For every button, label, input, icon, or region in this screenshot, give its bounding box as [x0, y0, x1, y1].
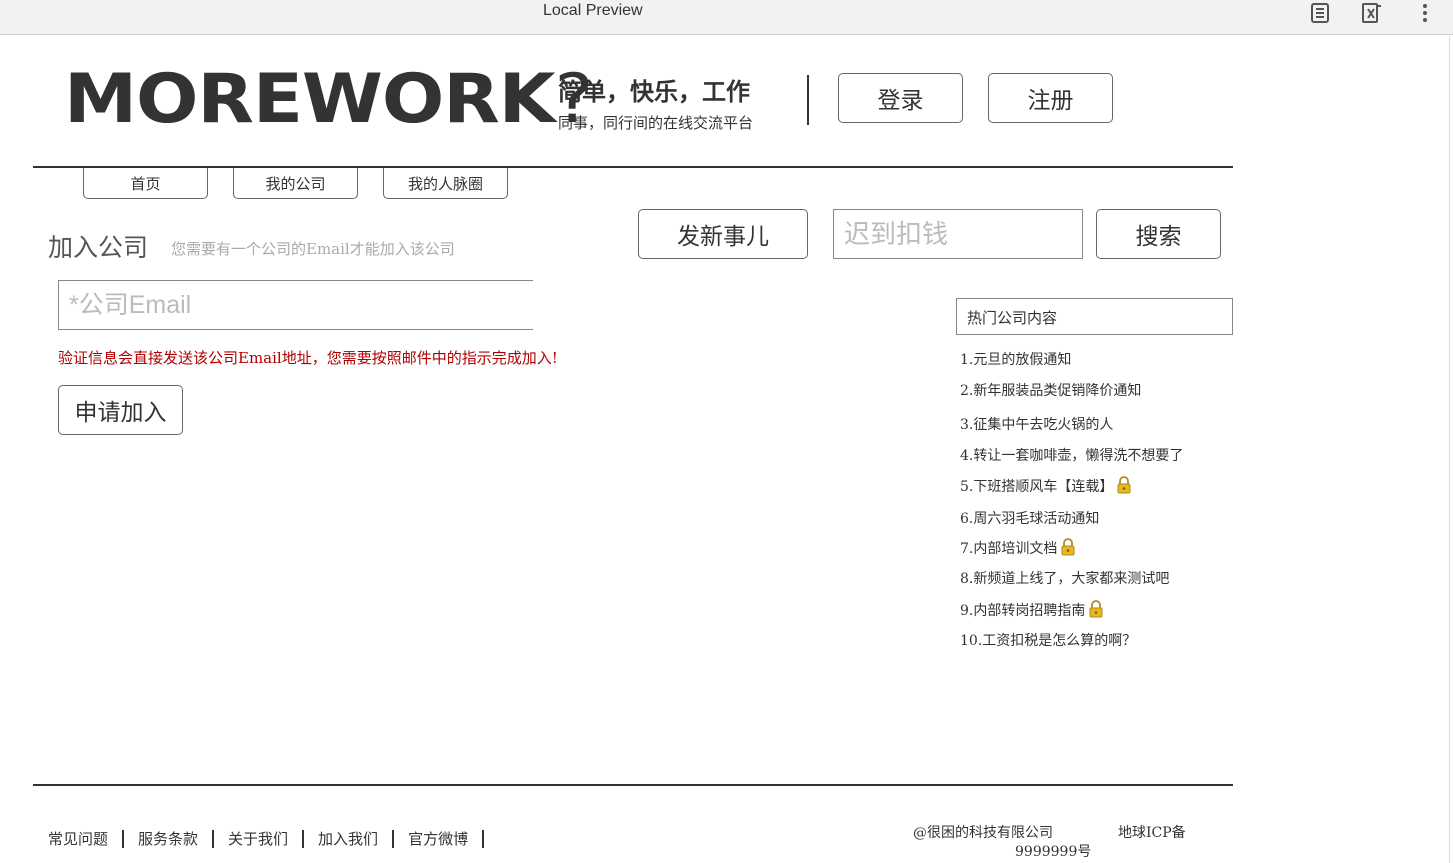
- list-item[interactable]: 4.转让一套咖啡壶，懒得洗不想要了: [960, 445, 1183, 465]
- copyright-text: @很困的科技有限公司: [913, 825, 1053, 841]
- extension-icon[interactable]: [1360, 2, 1382, 24]
- page-hint: 您需要有一个公司的Email才能加入该公司: [171, 240, 455, 258]
- reader-icon[interactable]: [1309, 2, 1331, 24]
- register-button[interactable]: 注册: [988, 73, 1113, 123]
- list-item-text: 7.内部培训文档: [960, 541, 1058, 557]
- header-divider: [807, 75, 809, 125]
- list-item-text: 4.转让一套咖啡壶，懒得洗不想要了: [960, 448, 1184, 464]
- login-button[interactable]: 登录: [838, 73, 963, 123]
- tab-my-network[interactable]: 我的人脉圈: [383, 168, 508, 199]
- page-edge: [1449, 34, 1450, 863]
- post-button[interactable]: 发新事儿: [638, 209, 808, 259]
- logo-text: MOREWORK: [64, 60, 556, 139]
- lock-icon: [1088, 600, 1104, 622]
- company-email-field[interactable]: [58, 280, 533, 330]
- site-logo[interactable]: MOREWORK?: [64, 66, 593, 134]
- list-item[interactable]: 10.工资扣税是怎么算的啊？: [960, 630, 1136, 650]
- list-item-text: 2.新年服装品类促销降价通知: [960, 383, 1142, 399]
- list-item[interactable]: 1.元旦的放假通知: [960, 349, 1071, 369]
- footer-link-faq[interactable]: 常见问题: [48, 830, 125, 848]
- list-item-text: 9.内部转岗招聘指南: [960, 603, 1086, 619]
- apply-join-button[interactable]: 申请加入: [58, 385, 183, 435]
- verification-notice: 验证信息会直接发送该公司Email地址，您需要按照邮件中的指示完成加入!: [58, 349, 558, 367]
- list-item[interactable]: 5.下班搭顺风车【连载】: [960, 476, 1132, 498]
- icp-number: 9999999号: [1015, 844, 1092, 860]
- list-item-text: 10.工资扣税是怎么算的啊？: [960, 633, 1137, 649]
- icp-label: 地球ICP备: [1118, 825, 1186, 841]
- list-item-text: 1.元旦的放假通知: [960, 352, 1072, 368]
- list-item[interactable]: 6.周六羽毛球活动通知: [960, 508, 1099, 528]
- footer-link-weibo[interactable]: 官方微博: [394, 830, 485, 848]
- list-item-text: 5.下班搭顺风车【连载】: [960, 479, 1114, 495]
- list-item-text: 3.征集中午去吃火锅的人: [960, 417, 1114, 433]
- lock-icon: [1116, 476, 1132, 498]
- browser-topbar: Local Preview: [0, 0, 1453, 35]
- list-item[interactable]: 8.新频道上线了，大家都来测试吧: [960, 568, 1169, 588]
- footer-rule: [33, 784, 1233, 786]
- more-icon[interactable]: [1414, 2, 1436, 24]
- site-subslogan: 同事，同行间的在线交流平台: [558, 114, 754, 132]
- site-slogan: 简单，快乐，工作: [558, 78, 750, 106]
- list-item[interactable]: 3.征集中午去吃火锅的人: [960, 414, 1113, 434]
- footer-link-join-us[interactable]: 加入我们: [304, 830, 395, 848]
- list-item[interactable]: 2.新年服装品类促销降价通知: [960, 380, 1141, 400]
- footer-link-about[interactable]: 关于我们: [214, 830, 305, 848]
- list-item[interactable]: 9.内部转岗招聘指南: [960, 600, 1104, 622]
- footer-link-terms[interactable]: 服务条款: [124, 830, 215, 848]
- tab-my-company[interactable]: 我的公司: [233, 168, 358, 199]
- list-item[interactable]: 7.内部培训文档: [960, 538, 1076, 560]
- header-rule: [33, 166, 1233, 168]
- lock-icon: [1060, 538, 1076, 560]
- footer-links: 常见问题 服务条款 关于我们 加入我们 官方微博: [48, 830, 485, 848]
- list-item-text: 8.新频道上线了，大家都来测试吧: [960, 571, 1170, 587]
- search-input[interactable]: [833, 209, 1083, 259]
- hot-content-title: 热门公司内容: [956, 298, 1233, 335]
- tab-home[interactable]: 首页: [83, 168, 208, 199]
- list-item-text: 6.周六羽毛球活动通知: [960, 511, 1100, 527]
- window-title: Local Preview: [543, 2, 643, 19]
- search-button[interactable]: 搜索: [1096, 209, 1221, 259]
- page-title: 加入公司: [48, 233, 149, 262]
